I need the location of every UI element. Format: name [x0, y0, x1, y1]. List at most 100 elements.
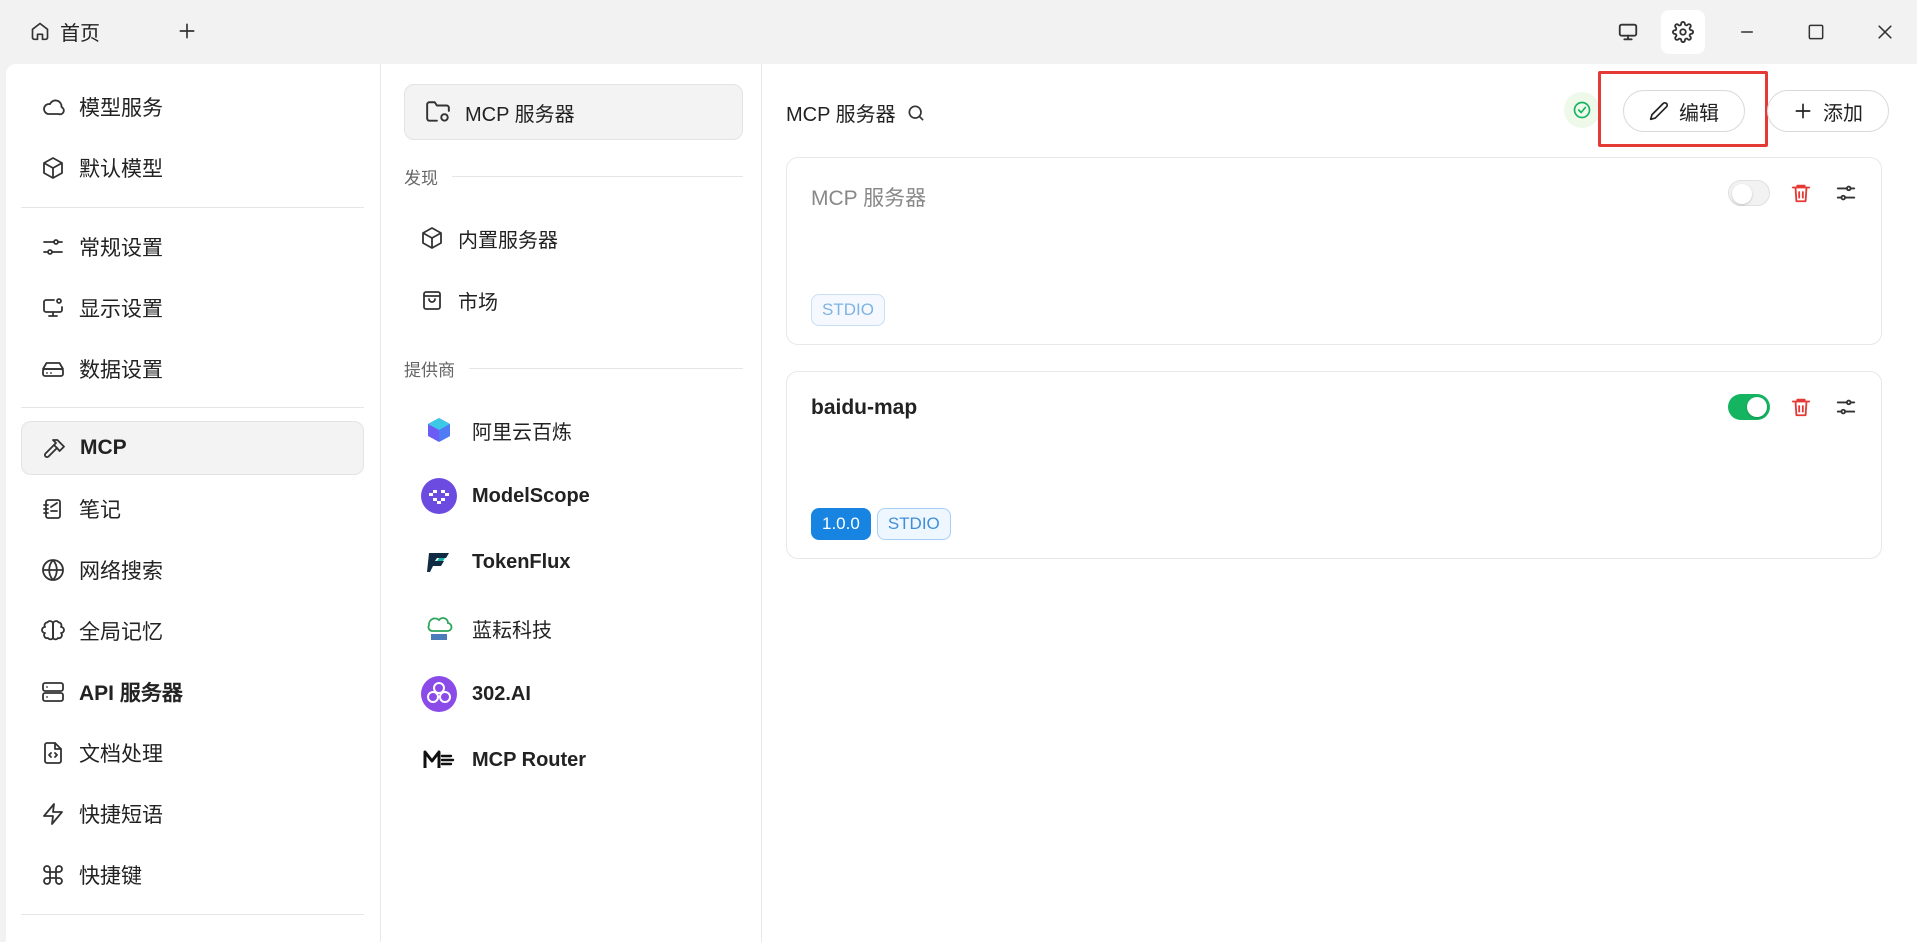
sidebar-item-label: 显示设置 — [79, 298, 163, 321]
sidebar-item-web-search[interactable]: 网络搜索 — [21, 543, 364, 597]
provider-item-modelscope[interactable]: ModelScope — [420, 472, 740, 520]
settings-sliders-icon — [1835, 396, 1859, 418]
discover-section-header: 发现 — [404, 164, 743, 189]
settings-sliders-icon — [41, 235, 65, 259]
server-tags: 1.0.0 STDIO — [811, 508, 951, 540]
hard-drive-icon — [41, 357, 65, 381]
sidebar-divider — [21, 207, 364, 208]
provider-item-tokenflux[interactable]: TokenFlux — [420, 538, 740, 586]
sidebar-item-mcp[interactable]: MCP — [21, 421, 364, 475]
sidebar-item-api-server[interactable]: API 服务器 — [21, 665, 364, 719]
lanyun-logo-icon — [420, 609, 458, 647]
sidebar-item-document-processing[interactable]: 文档处理 — [21, 726, 364, 780]
settings-sliders-icon — [1835, 182, 1859, 204]
gear-icon — [1672, 21, 1694, 43]
search-icon[interactable] — [906, 103, 926, 123]
provider-label: MCP Router — [472, 748, 587, 771]
server-card[interactable]: baidu-map 1.0.0 STDIO — [786, 371, 1882, 559]
check-circle-icon — [1572, 100, 1592, 120]
delete-server-button[interactable] — [1790, 182, 1814, 206]
provider-label: 阿里云百炼 — [472, 421, 572, 444]
sidebar-item-label: 模型服务 — [79, 97, 163, 120]
sidebar-item-general-settings[interactable]: 常规设置 — [21, 220, 364, 274]
cloud-icon — [41, 95, 65, 119]
maximize-icon — [1806, 22, 1826, 42]
server-settings-button[interactable] — [1835, 182, 1859, 206]
provider-item-302ai[interactable]: 302.AI — [420, 670, 740, 718]
sidebar-item-global-memory[interactable]: 全局记忆 — [21, 604, 364, 658]
home-icon — [30, 21, 50, 41]
minimize-button[interactable] — [1725, 10, 1769, 54]
trash-icon — [1790, 182, 1814, 204]
main-panel: 模型服务 默认模型 常规设置 显示设置 数据设置 MCP 笔记 网络搜索 全局记… — [6, 64, 1917, 942]
settings-button[interactable] — [1661, 10, 1705, 54]
provider-label: 蓝耘科技 — [472, 619, 552, 642]
add-button[interactable]: 添加 — [1767, 90, 1889, 132]
plus-icon — [1793, 101, 1813, 121]
mcp-servers-nav-item[interactable]: MCP 服务器 — [404, 84, 743, 140]
302ai-logo-icon — [420, 675, 458, 713]
display-settings-icon — [41, 296, 65, 320]
trash-icon — [1790, 396, 1814, 418]
sidebar-item-label: MCP — [80, 436, 127, 459]
display-mode-button[interactable] — [1606, 10, 1650, 54]
section-divider — [469, 368, 743, 369]
page-title: MCP 服务器 — [786, 104, 896, 126]
sidebar-item-default-model[interactable]: 默认模型 — [21, 141, 364, 195]
server-enable-toggle[interactable] — [1728, 180, 1770, 206]
close-icon — [1875, 22, 1895, 42]
provider-label: 提供商 — [404, 361, 455, 380]
toggle-knob — [1732, 184, 1752, 204]
globe-icon — [41, 558, 65, 582]
sidebar-item-label: 网络搜索 — [79, 560, 163, 583]
sidebar-item-display-settings[interactable]: 显示设置 — [21, 281, 364, 335]
home-tab-label: 首页 — [60, 22, 100, 45]
mcp-nav-column: MCP 服务器 发现 内置服务器 市场 提供商 阿里云百炼 ModelScope… — [382, 64, 762, 942]
title-bar: 首页 — [0, 0, 1917, 64]
bailian-logo-icon — [420, 411, 458, 449]
server-tags: STDIO — [811, 294, 885, 326]
sidebar-item-shortcuts[interactable]: 快捷键 — [21, 848, 364, 902]
server-icon — [41, 680, 65, 704]
provider-section-header: 提供商 — [404, 356, 743, 381]
sidebar-item-label: 默认模型 — [79, 158, 163, 181]
provider-item-mcp-router[interactable]: MCP Router — [420, 736, 740, 784]
sidebar-divider — [21, 407, 364, 408]
sidebar-item-label: 数据设置 — [79, 359, 163, 382]
server-card[interactable]: MCP 服务器 STDIO — [786, 157, 1882, 345]
discover-label: 发现 — [404, 169, 438, 188]
provider-label: ModelScope — [472, 484, 590, 507]
home-tab[interactable]: 首页 — [30, 14, 100, 48]
transport-tag: STDIO — [876, 508, 951, 540]
mcp-servers-content: MCP 服务器 编辑 添加 MCP 服务器 STDIO baidu-map 1.… — [763, 64, 1917, 942]
provider-item-lanyun[interactable]: 蓝耘科技 — [420, 604, 740, 652]
builtin-servers-item[interactable]: 内置服务器 — [420, 214, 740, 262]
server-settings-button[interactable] — [1835, 396, 1859, 420]
monitor-icon — [1617, 21, 1639, 43]
hammer-icon — [42, 436, 66, 460]
sidebar-item-data-settings[interactable]: 数据设置 — [21, 342, 364, 396]
marketplace-label: 市场 — [458, 291, 498, 314]
brain-icon — [41, 619, 65, 643]
sidebar-item-notes[interactable]: 笔记 — [21, 482, 364, 536]
marketplace-item[interactable]: 市场 — [420, 276, 740, 324]
tokenflux-logo-icon — [420, 543, 458, 581]
new-tab-button[interactable] — [172, 16, 202, 46]
file-code-icon — [41, 741, 65, 765]
maximize-button[interactable] — [1794, 10, 1838, 54]
status-check-button[interactable] — [1564, 92, 1600, 128]
close-window-button[interactable] — [1863, 10, 1907, 54]
provider-label: TokenFlux — [472, 550, 571, 573]
sidebar-item-label: 文档处理 — [79, 743, 163, 766]
server-name: MCP 服务器 — [811, 187, 927, 210]
sidebar-divider — [21, 914, 364, 915]
provider-item-bailian[interactable]: 阿里云百炼 — [420, 406, 740, 454]
sidebar-item-quick-phrases[interactable]: 快捷短语 — [21, 787, 364, 841]
settings-sidebar: 模型服务 默认模型 常规设置 显示设置 数据设置 MCP 笔记 网络搜索 全局记… — [6, 64, 381, 942]
sidebar-item-model-service[interactable]: 模型服务 — [21, 80, 364, 134]
zap-icon — [41, 802, 65, 826]
toggle-knob — [1747, 397, 1767, 417]
delete-server-button[interactable] — [1790, 396, 1814, 420]
server-enable-toggle[interactable] — [1728, 394, 1770, 420]
minimize-icon — [1737, 22, 1757, 42]
